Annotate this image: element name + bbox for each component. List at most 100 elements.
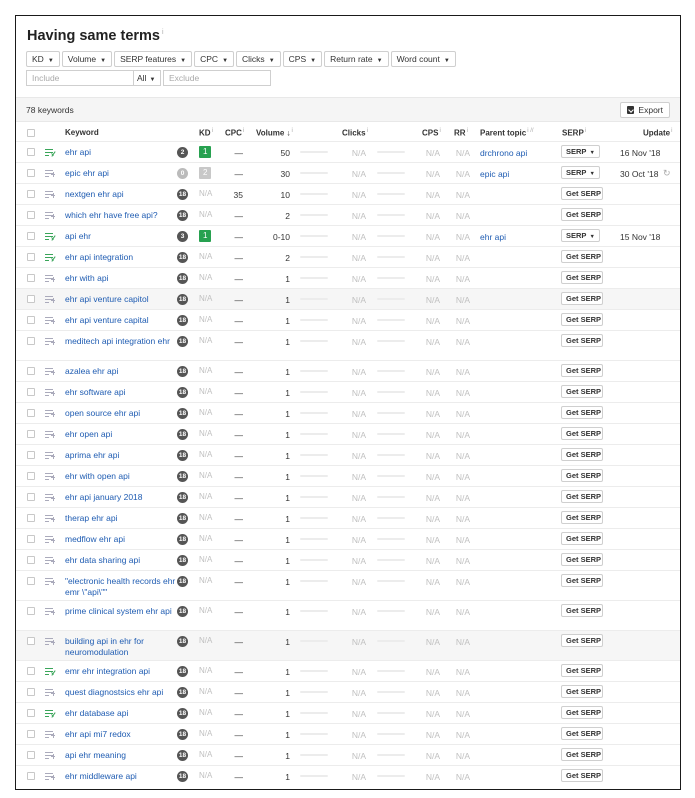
row-checkbox[interactable]	[27, 493, 35, 501]
list-check-icon[interactable]	[45, 709, 56, 718]
list-add-icon[interactable]	[45, 556, 55, 565]
get-serp-button[interactable]: Get SERP	[561, 292, 603, 305]
row-checkbox[interactable]	[27, 232, 35, 240]
list-check-icon[interactable]	[45, 667, 56, 676]
row-checkbox[interactable]	[27, 253, 35, 261]
row-checkbox[interactable]	[27, 688, 35, 696]
get-serp-button[interactable]: Get SERP	[561, 511, 603, 524]
list-add-icon[interactable]	[45, 688, 55, 697]
list-add-icon[interactable]	[45, 190, 55, 199]
row-checkbox[interactable]	[27, 316, 35, 324]
keyword-link[interactable]: azalea ehr api	[65, 366, 177, 377]
keyword-link[interactable]: open source ehr api	[65, 408, 177, 419]
row-checkbox[interactable]	[27, 211, 35, 219]
get-serp-button[interactable]: Get SERP	[561, 271, 603, 284]
include-input[interactable]: Include	[26, 70, 134, 86]
list-add-icon[interactable]	[45, 772, 55, 781]
list-add-icon[interactable]	[45, 316, 55, 325]
keyword-link[interactable]: ehr api integration	[65, 252, 177, 263]
col-cpc[interactable]: CPCi	[225, 128, 244, 138]
get-serp-button[interactable]: Get SERP	[561, 364, 603, 377]
row-checkbox[interactable]	[27, 169, 35, 177]
keyword-link[interactable]: ehr api mi7 redox	[65, 729, 177, 740]
keyword-link[interactable]: aprima ehr api	[65, 450, 177, 461]
list-check-icon[interactable]	[45, 148, 56, 157]
list-add-icon[interactable]	[45, 637, 55, 646]
row-checkbox[interactable]	[27, 535, 35, 543]
keyword-link[interactable]: quest diagnostsics ehr api	[65, 687, 177, 698]
filter-serp-features[interactable]: SERP features ▼	[114, 51, 193, 67]
row-checkbox[interactable]	[27, 514, 35, 522]
keyword-link[interactable]: which ehr have free api?	[65, 210, 177, 221]
list-add-icon[interactable]	[45, 577, 55, 586]
list-add-icon[interactable]	[45, 274, 55, 283]
serp-dropdown[interactable]: SERP ▼	[561, 166, 600, 179]
keyword-link[interactable]: ehr api	[65, 147, 177, 158]
filter-cpc[interactable]: CPC ▼	[194, 51, 235, 67]
get-serp-button[interactable]: Get SERP	[561, 634, 603, 647]
list-add-icon[interactable]	[45, 388, 55, 397]
row-checkbox[interactable]	[27, 274, 35, 282]
list-add-icon[interactable]	[45, 169, 55, 178]
get-serp-button[interactable]: Get SERP	[561, 313, 603, 326]
get-serp-button[interactable]: Get SERP	[561, 604, 603, 617]
list-add-icon[interactable]	[45, 409, 55, 418]
parent-topic-link[interactable]: epic api	[480, 169, 509, 179]
keyword-link[interactable]: ehr api venture capital	[65, 315, 177, 326]
list-add-icon[interactable]	[45, 535, 55, 544]
row-checkbox[interactable]	[27, 337, 35, 345]
get-serp-button[interactable]: Get SERP	[561, 448, 603, 461]
col-update[interactable]: Updatei	[643, 128, 672, 138]
get-serp-button[interactable]: Get SERP	[561, 706, 603, 719]
select-all-checkbox[interactable]	[27, 129, 35, 137]
filter-clicks[interactable]: Clicks ▼	[236, 51, 281, 67]
col-serp[interactable]: SERPi	[562, 128, 586, 138]
keyword-link[interactable]: ehr api january 2018	[65, 492, 177, 503]
row-checkbox[interactable]	[27, 772, 35, 780]
get-serp-button[interactable]: Get SERP	[561, 490, 603, 503]
list-add-icon[interactable]	[45, 430, 55, 439]
list-add-icon[interactable]	[45, 211, 55, 220]
list-add-icon[interactable]	[45, 607, 55, 616]
row-checkbox[interactable]	[27, 709, 35, 717]
row-checkbox[interactable]	[27, 607, 35, 615]
get-serp-button[interactable]: Get SERP	[561, 427, 603, 440]
row-checkbox[interactable]	[27, 556, 35, 564]
keyword-link[interactable]: ehr data sharing api	[65, 555, 177, 566]
list-add-icon[interactable]	[45, 337, 55, 346]
list-check-icon[interactable]	[45, 232, 56, 241]
get-serp-button[interactable]: Get SERP	[561, 727, 603, 740]
filter-word-count[interactable]: Word count ▼	[390, 51, 456, 67]
col-kd[interactable]: KDi	[199, 128, 213, 138]
keyword-link[interactable]: api ehr	[65, 231, 177, 242]
get-serp-button[interactable]: Get SERP	[561, 685, 603, 698]
row-checkbox[interactable]	[27, 295, 35, 303]
keyword-link[interactable]: medflow ehr api	[65, 534, 177, 545]
row-checkbox[interactable]	[27, 577, 35, 585]
keyword-link[interactable]: ehr with open api	[65, 471, 177, 482]
col-cps[interactable]: CPSi	[422, 128, 441, 138]
export-button[interactable]: Export	[620, 102, 670, 118]
list-add-icon[interactable]	[45, 295, 55, 304]
list-add-icon[interactable]	[45, 751, 55, 760]
list-add-icon[interactable]	[45, 493, 55, 502]
row-checkbox[interactable]	[27, 637, 35, 645]
keyword-link[interactable]: ehr database api	[65, 708, 177, 719]
get-serp-button[interactable]: Get SERP	[561, 532, 603, 545]
keyword-link[interactable]: ehr software api	[65, 387, 177, 398]
get-serp-button[interactable]: Get SERP	[561, 334, 603, 347]
get-serp-button[interactable]: Get SERP	[561, 187, 603, 200]
keyword-link[interactable]: meditech api integration ehr	[65, 336, 177, 347]
info-icon[interactable]: i	[162, 29, 164, 36]
filter-kd[interactable]: KD ▼	[26, 51, 60, 67]
keyword-link[interactable]: prime clinical system ehr api	[65, 606, 177, 617]
row-checkbox[interactable]	[27, 751, 35, 759]
col-parent-topic[interactable]: Parent topici //	[480, 128, 534, 138]
get-serp-button[interactable]: Get SERP	[561, 250, 603, 263]
col-keyword[interactable]: Keyword	[65, 128, 99, 137]
list-add-icon[interactable]	[45, 451, 55, 460]
filter-volume[interactable]: Volume ▼	[61, 51, 113, 67]
keyword-link[interactable]: ehr open api	[65, 429, 177, 440]
row-checkbox[interactable]	[27, 730, 35, 738]
row-checkbox[interactable]	[27, 451, 35, 459]
